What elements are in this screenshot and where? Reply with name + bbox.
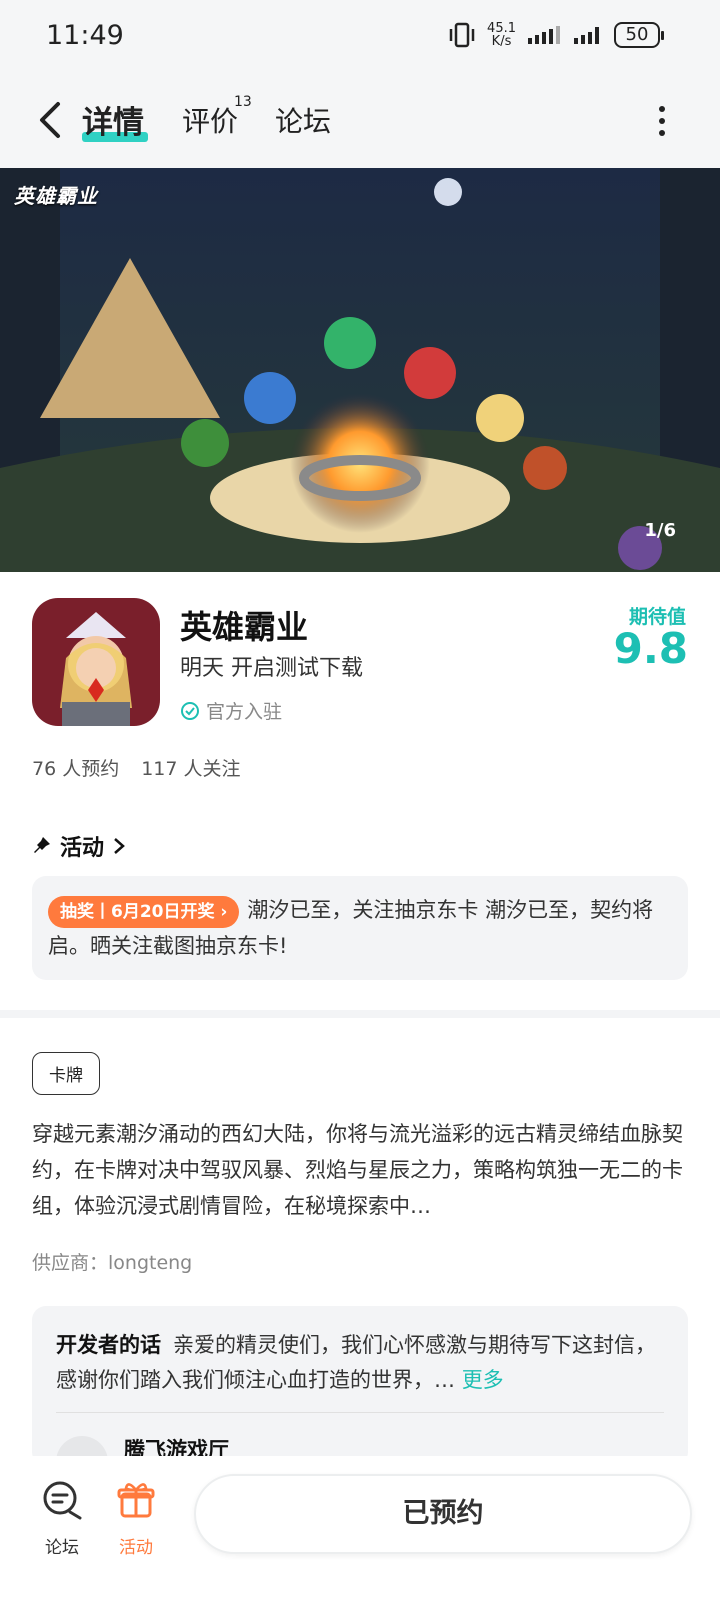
app-name: 英雄霸业 xyxy=(180,608,309,646)
follower-count: 117 人关注 xyxy=(141,758,241,780)
reviews-count-badge: 13 xyxy=(234,94,252,110)
gift-icon xyxy=(117,1483,155,1518)
activity-title: 活动 xyxy=(60,836,105,861)
status-icons: 45.1 K/s 50 xyxy=(447,22,664,48)
signal-2-icon xyxy=(574,27,599,44)
developer-note: 开发者的话 亲爱的精灵使们，我们心怀感激与期待写下这封信，感谢你们踏入我们倾注心血… xyxy=(56,1328,664,1398)
net-speed-unit: K/s xyxy=(491,34,512,49)
activity-card[interactable]: 抽奖丨6月20日开奖 › 潮汐已至，关注抽京东卡 潮汐已至，契约将启。晒关注截图抽… xyxy=(32,876,688,980)
vibrate-icon xyxy=(449,22,475,48)
developer-divider xyxy=(56,1412,664,1413)
battery-icon: 50 xyxy=(614,22,664,48)
official-label: 官方入驻 xyxy=(206,701,283,723)
forum-label: 论坛 xyxy=(45,1538,79,1558)
banner-page-counter: 1/6 xyxy=(644,520,676,541)
top-nav: 详情 评价 13 论坛 xyxy=(0,80,720,168)
banner-artwork xyxy=(0,168,720,572)
pin-icon xyxy=(34,837,50,853)
more-options-icon[interactable] xyxy=(652,104,672,138)
activity-tab-label: 活动 xyxy=(119,1538,153,1558)
activity-button[interactable]: 活动 xyxy=(106,1478,166,1558)
banner-logo: 英雄霸业 xyxy=(14,184,98,208)
expectation-score: 9.8 xyxy=(613,624,688,673)
status-time: 11:49 xyxy=(46,20,124,51)
verified-icon xyxy=(181,701,199,720)
forum-icon xyxy=(43,1481,82,1520)
game-description[interactable]: 穿越元素潮汐涌动的西幻大陆，你将与流光溢彩的远古精灵缔结血脉契约，在卡牌对决中驾… xyxy=(32,1116,688,1224)
reserved-button[interactable]: 已预约 xyxy=(194,1474,692,1554)
status-bar: 11:49 45.1 K/s 50 xyxy=(0,0,720,80)
reservation-count: 76 人预约 xyxy=(32,758,120,780)
release-info: 明天 开启测试下载 xyxy=(180,656,363,681)
activity-header[interactable]: 活动 xyxy=(32,830,126,862)
chevron-right-icon xyxy=(114,838,125,854)
app-icon xyxy=(32,598,160,726)
signal-icon xyxy=(528,26,560,44)
banner-carousel[interactable]: 英雄霸业 1/6 xyxy=(0,168,720,572)
official-badge: 官方入驻 xyxy=(180,697,282,724)
genre-tag[interactable]: 卡牌 xyxy=(32,1052,100,1095)
lottery-pill: 抽奖丨6月20日开奖 › xyxy=(48,896,240,928)
developer-note-card[interactable]: 开发者的话 亲爱的精灵使们，我们心怀感激与期待写下这封信，感谢你们踏入我们倾注心血… xyxy=(32,1306,688,1488)
tab-details[interactable]: 详情 xyxy=(82,97,144,142)
section-divider xyxy=(0,1010,720,1018)
back-icon[interactable] xyxy=(32,98,72,142)
tab-forum[interactable]: 论坛 xyxy=(275,100,331,140)
app-icon-artwork xyxy=(32,598,160,726)
tab-reviews[interactable]: 评价 xyxy=(182,100,238,140)
supplier-info: 供应商：longteng xyxy=(32,1252,193,1274)
net-speed: 45.1 K/s xyxy=(487,22,516,48)
developer-note-label: 开发者的话 xyxy=(56,1333,161,1357)
stats-row: 76 人预约 117 人关注 xyxy=(32,754,241,781)
more-link[interactable]: 更多 xyxy=(462,1368,504,1392)
forum-button[interactable]: 论坛 xyxy=(32,1478,92,1558)
bottom-action-bar: 论坛 活动 已预约 xyxy=(0,1456,720,1602)
